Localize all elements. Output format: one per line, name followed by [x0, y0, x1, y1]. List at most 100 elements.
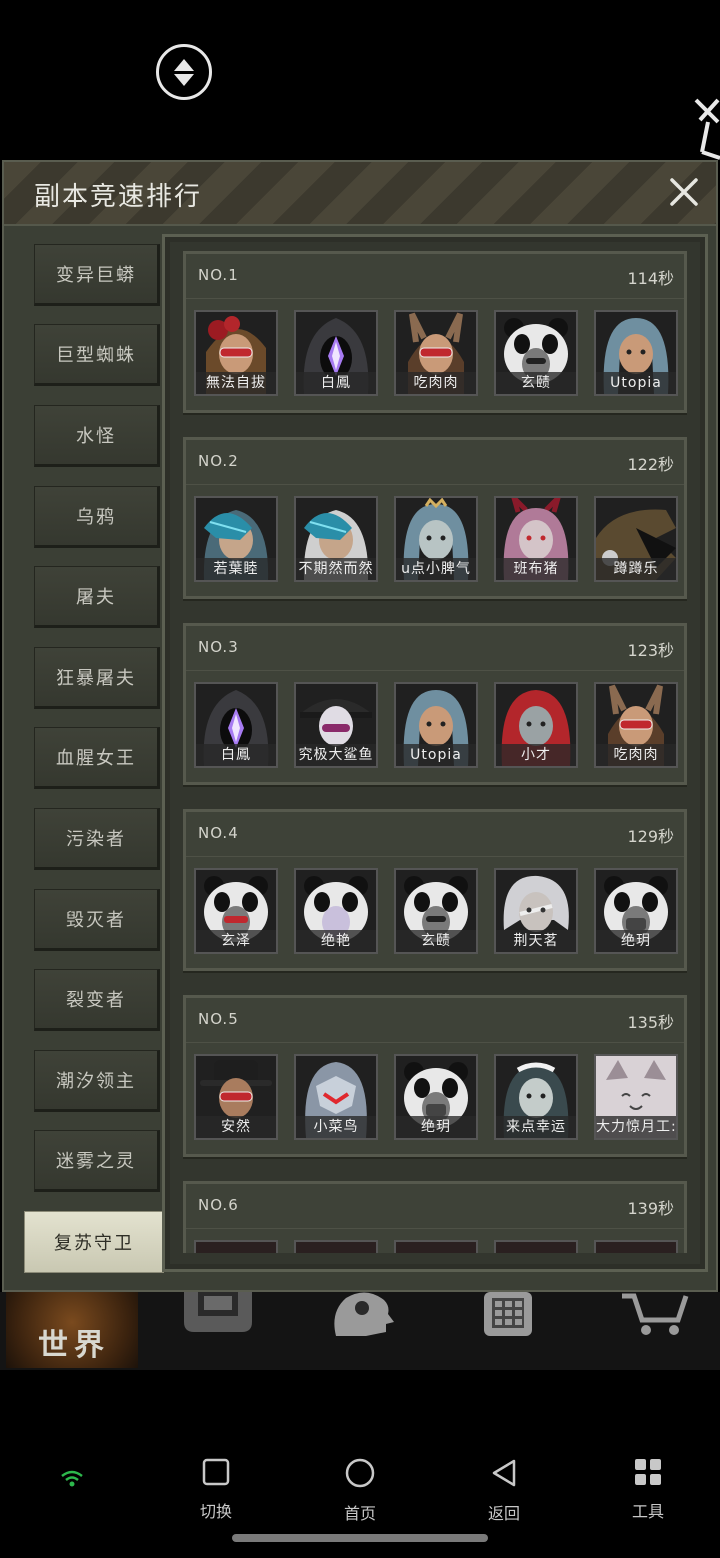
- member-avatar[interactable]: 白鳳: [194, 682, 278, 768]
- sys-switch-label: 切换: [199, 1502, 232, 1521]
- member-name: 玄赜: [496, 372, 576, 394]
- divider: [186, 1228, 684, 1229]
- member-avatar[interactable]: 吃肉肉: [594, 682, 678, 768]
- close-icon[interactable]: [666, 174, 702, 210]
- member-name: 蹲蹲乐: [596, 558, 676, 580]
- sys-home-button[interactable]: 首页: [320, 1458, 400, 1524]
- member-avatar[interactable]: 玄赜: [394, 868, 478, 954]
- tab-10[interactable]: 裂变者: [34, 969, 160, 1031]
- divider: [186, 298, 684, 299]
- phone-icon[interactable]: [478, 1292, 538, 1336]
- cart-icon[interactable]: [620, 1292, 690, 1336]
- ranking-list-frame: NO.1 114秒 無法自拔 白鳳 吃肉肉 玄赜 Utopia NO.2 122秒 若葉…: [162, 234, 708, 1272]
- sys-tools-button[interactable]: 工具: [608, 1458, 688, 1522]
- rank-card-4: NO.4 129秒 玄泽 绝艳 玄赜 荆天茗 绝玥: [183, 809, 687, 971]
- square-icon: [202, 1458, 230, 1486]
- clear-time: 123秒: [627, 641, 674, 660]
- member-avatar[interactable]: Utopia: [594, 310, 678, 396]
- member-name: 玄泽: [196, 930, 276, 952]
- head-gear-icon[interactable]: [326, 1292, 396, 1336]
- divider: [186, 484, 684, 485]
- rank-card-1: NO.1 114秒 無法自拔 白鳳 吃肉肉 玄赜 Utopia: [183, 251, 687, 413]
- home-indicator[interactable]: [232, 1534, 488, 1542]
- member-avatar[interactable]: 玄泽: [194, 868, 278, 954]
- team-members: 安然 小菜鸟 绝玥 来点幸运 大力惊月工:: [194, 1054, 684, 1142]
- team-members: [194, 1240, 684, 1253]
- nav-world[interactable]: 世界: [6, 1292, 138, 1368]
- sys-back-label: 返回: [487, 1504, 520, 1523]
- member-name: Utopia: [596, 372, 676, 394]
- member-avatar[interactable]: 荆天茗: [494, 868, 578, 954]
- arrow-down-icon: [174, 73, 194, 86]
- corner-decoration-icon: [694, 98, 720, 160]
- tab-3[interactable]: 水怪: [34, 405, 160, 467]
- rank-card-3: NO.3 123秒 白鳳 究极大鲨鱼 Utopia 小才 吃肉肉: [183, 623, 687, 785]
- tab-12[interactable]: 迷雾之灵: [34, 1130, 160, 1192]
- tab-9[interactable]: 毁灭者: [34, 889, 160, 951]
- divider: [186, 1042, 684, 1043]
- member-name: 荆天茗: [496, 930, 576, 952]
- ranking-list[interactable]: NO.1 114秒 無法自拔 白鳳 吃肉肉 玄赜 Utopia NO.2 122秒 若葉…: [183, 251, 689, 1253]
- member-avatar[interactable]: Utopia: [394, 682, 478, 768]
- member-name: 玄赜: [396, 930, 476, 952]
- nav-world-label: 世界: [38, 1328, 110, 1363]
- member-avatar[interactable]: [594, 1240, 678, 1253]
- member-avatar[interactable]: 绝玥: [394, 1054, 478, 1140]
- tab-7[interactable]: 血腥女王: [34, 727, 160, 789]
- member-avatar[interactable]: 不期然而然: [294, 496, 378, 582]
- assistive-touch-button[interactable]: [156, 44, 212, 100]
- member-avatar[interactable]: 来点幸运: [494, 1054, 578, 1140]
- clear-time: 129秒: [627, 827, 674, 846]
- sys-home-label: 首页: [343, 1504, 376, 1523]
- member-avatar[interactable]: 小才: [494, 682, 578, 768]
- member-avatar[interactable]: [294, 1240, 378, 1253]
- member-avatar[interactable]: 蹲蹲乐: [594, 496, 678, 582]
- tab-11[interactable]: 潮汐领主: [34, 1050, 160, 1112]
- backpack-icon[interactable]: [180, 1292, 256, 1336]
- member-name: 小才: [496, 744, 576, 766]
- member-avatar[interactable]: 若葉睦: [194, 496, 278, 582]
- member-name: u点小脾气: [396, 558, 476, 580]
- member-name: Utopia: [396, 744, 476, 766]
- rank-number: NO.6: [198, 1196, 239, 1214]
- rank-card-2: NO.2 122秒 若葉睦 不期然而然 u点小脾气 班布猪 蹲蹲乐: [183, 437, 687, 599]
- member-avatar[interactable]: 究极大鲨鱼: [294, 682, 378, 768]
- speed-ranking-panel: 副本竞速排行 变异巨蟒 巨型蜘蛛 水怪 乌鸦 屠夫 狂暴屠夫 血腥女王 污染者 毁灭者 裂变者 潮汐…: [2, 160, 718, 1292]
- clear-time: 114秒: [627, 269, 674, 288]
- divider: [186, 856, 684, 857]
- member-avatar[interactable]: [194, 1240, 278, 1253]
- team-members: 無法自拔 白鳳 吃肉肉 玄赜 Utopia: [194, 310, 684, 398]
- wifi-icon: [61, 1470, 83, 1487]
- rank-number: NO.3: [198, 638, 239, 656]
- member-avatar[interactable]: [494, 1240, 578, 1253]
- team-members: 若葉睦 不期然而然 u点小脾气 班布猪 蹲蹲乐: [194, 496, 684, 584]
- sys-back-button[interactable]: 返回: [464, 1458, 544, 1524]
- back-triangle-icon: [492, 1459, 516, 1487]
- sys-switch-button[interactable]: 切换: [176, 1458, 256, 1522]
- member-avatar[interactable]: 無法自拔: [194, 310, 278, 396]
- rank-number: NO.2: [198, 452, 239, 470]
- member-avatar[interactable]: 小菜鸟: [294, 1054, 378, 1140]
- member-avatar[interactable]: [394, 1240, 478, 1253]
- member-avatar[interactable]: 吃肉肉: [394, 310, 478, 396]
- member-avatar[interactable]: 绝玥: [594, 868, 678, 954]
- clear-time: 122秒: [627, 455, 674, 474]
- tab-6[interactable]: 狂暴屠夫: [34, 647, 160, 709]
- member-avatar[interactable]: 白鳳: [294, 310, 378, 396]
- member-name: 吃肉肉: [596, 744, 676, 766]
- tab-4[interactable]: 乌鸦: [34, 486, 160, 548]
- tab-8[interactable]: 污染者: [34, 808, 160, 870]
- tab-5[interactable]: 屠夫: [34, 566, 160, 628]
- member-avatar[interactable]: 绝艳: [294, 868, 378, 954]
- member-avatar[interactable]: u点小脾气: [394, 496, 478, 582]
- tab-1[interactable]: 变异巨蟒: [34, 244, 160, 306]
- member-avatar[interactable]: 玄赜: [494, 310, 578, 396]
- clear-time: 135秒: [627, 1013, 674, 1032]
- member-name: 大力惊月工:: [596, 1116, 676, 1138]
- tab-13[interactable]: 复苏守卫: [24, 1211, 164, 1273]
- member-avatar[interactable]: 安然: [194, 1054, 278, 1140]
- member-avatar[interactable]: 大力惊月工:: [594, 1054, 678, 1140]
- member-avatar[interactable]: 班布猪: [494, 496, 578, 582]
- tab-2[interactable]: 巨型蜘蛛: [34, 324, 160, 386]
- game-bottom-nav: 世界: [0, 1292, 720, 1370]
